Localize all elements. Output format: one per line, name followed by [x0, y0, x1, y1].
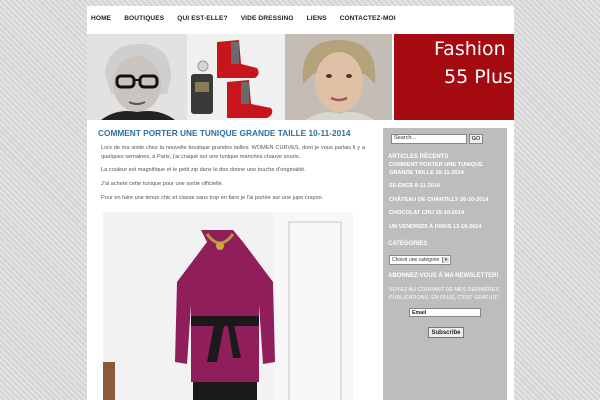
newsletter-description: SOYEZ AU COURANT DE MES DERNIÈRES PUBLIC…: [389, 287, 500, 301]
main-content: COMMENT PORTER UNE TUNIQUE GRANDE TAILLE…: [95, 128, 371, 207]
recent-posts-list: COMMENT PORTER UNE TUNIQUE GRANDE TAILLE…: [389, 162, 503, 237]
post-paragraph-4: Pour en faire une tenue chic et classe s…: [101, 194, 324, 201]
post-paragraph-2: La couleur est magnifique et le petit zi…: [101, 167, 306, 174]
top-navigation: HOME BOUTIQUES QUI EST-ELLE? VIDE DRESSI…: [87, 6, 514, 30]
banner-photo-woman-glasses: [87, 34, 187, 120]
banner-photo-red-boots: [187, 34, 285, 120]
site-title: Fashion 55 Plus: [392, 34, 514, 120]
site-title-line-2: 55 Plus: [444, 65, 513, 88]
site-title-line-1: Fashion: [434, 38, 506, 60]
nav-item-contact[interactable]: CONTACTEZ-MOI: [340, 15, 396, 22]
nav-item-vide-dressing[interactable]: VIDE DRESSING: [241, 15, 294, 22]
recent-post-link[interactable]: CHÂTEAU DE CHANTILLY 26-10-2014: [389, 197, 503, 205]
newsletter-heading: ABONNEZ-VOUS À MA NEWSLETTER!: [388, 273, 499, 279]
subscribe-button[interactable]: Subscribe: [428, 327, 464, 338]
header-banner[interactable]: Fashion 55 Plus: [87, 34, 514, 120]
banner-photo-blonde-woman: [285, 34, 392, 120]
categories-heading: CATÉGORIES: [388, 241, 428, 247]
nav-item-liens[interactable]: LIENS: [307, 15, 327, 22]
search-form: Search... GO: [391, 134, 501, 144]
post-paragraph-3: J'ai acheté cette tunique pour une sorti…: [101, 180, 224, 187]
post-title[interactable]: COMMENT PORTER UNE TUNIQUE GRANDE TAILLE…: [98, 128, 371, 138]
search-input[interactable]: Search...: [391, 134, 467, 144]
recent-post-link[interactable]: UN VENDREDI À PARIS 13-10-2014: [389, 224, 503, 232]
page-wrapper: HOME BOUTIQUES QUI EST-ELLE? VIDE DRESSI…: [87, 6, 514, 400]
categories-select-value: Choisir une catégorie: [392, 257, 440, 263]
recent-post-link[interactable]: CHOCOLAT CRU 15-10-2014: [389, 210, 503, 218]
search-button[interactable]: GO: [469, 134, 483, 144]
sidebar: Search... GO ARTICLES RÉCENTS COMMENT PO…: [383, 128, 507, 400]
recent-posts-heading: ARTICLES RÉCENTS: [388, 154, 449, 160]
recent-post-link[interactable]: SILENCE 8-11-2014: [389, 183, 503, 191]
chevron-down-icon: ▾: [442, 257, 449, 263]
post-paragraph-1: Lors de ma visite chez la nouvelle bouti…: [101, 145, 365, 160]
email-field[interactable]: Email: [409, 308, 481, 317]
post-image-tunic[interactable]: [103, 212, 353, 400]
categories-select[interactable]: Choisir une catégorie ▾: [389, 255, 451, 265]
nav-item-home[interactable]: HOME: [91, 15, 111, 22]
recent-post-link[interactable]: COMMENT PORTER UNE TUNIQUE GRANDE TAILLE…: [389, 162, 503, 177]
nav-item-boutiques[interactable]: BOUTIQUES: [124, 15, 164, 22]
nav-item-qui-est-elle[interactable]: QUI EST-ELLE?: [177, 15, 227, 22]
